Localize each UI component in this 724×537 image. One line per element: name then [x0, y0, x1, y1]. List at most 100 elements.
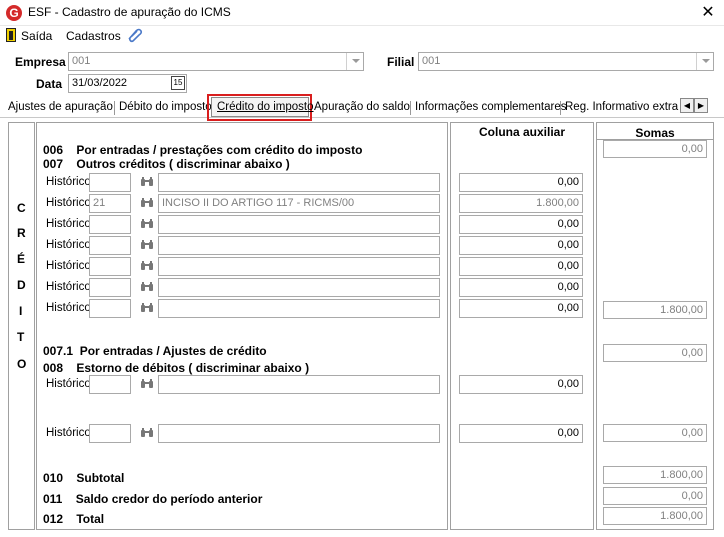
filial-value: 001	[422, 55, 441, 67]
filial-label: Filial	[387, 55, 415, 69]
historico-code-input[interactable]	[89, 257, 131, 276]
filial-dropdown-arrow-icon[interactable]	[696, 53, 713, 70]
soma-006-field[interactable]: 0,00	[603, 140, 707, 158]
historico-code-input[interactable]	[89, 173, 131, 192]
calendar-icon[interactable]: 15	[171, 76, 185, 90]
side-letter: C	[17, 201, 26, 215]
tab-apuracao-saldo[interactable]: Apuração do saldo	[309, 98, 415, 117]
section-007-label: 007 Outros créditos ( discriminar abaixo…	[43, 157, 290, 171]
side-letter: O	[17, 357, 27, 371]
side-letter: R	[17, 226, 26, 240]
soma-011-field[interactable]: 0,00	[603, 487, 707, 505]
data-value: 31/03/2022	[72, 77, 128, 89]
binoculars-svg	[141, 177, 153, 186]
historico-code-input[interactable]	[89, 424, 131, 443]
filial-select[interactable]: 001	[418, 52, 714, 71]
historico-label: Histórico	[46, 239, 91, 251]
binoculars-search-icon[interactable]	[140, 239, 154, 254]
binoculars-svg	[141, 379, 153, 388]
coluna-auxiliar-value-input[interactable]: 0,00	[459, 215, 583, 234]
section-010-label: 010 Subtotal	[43, 471, 125, 485]
binoculars-search-icon[interactable]	[140, 427, 154, 442]
historico-code-input[interactable]	[89, 236, 131, 255]
binoculars-svg	[141, 261, 153, 270]
exit-door-icon[interactable]	[6, 28, 16, 42]
historico-code-input[interactable]	[89, 278, 131, 297]
coluna-auxiliar-value-input[interactable]: 0,00	[459, 278, 583, 297]
binoculars-search-icon[interactable]	[140, 197, 154, 212]
app-logo-icon: G	[6, 5, 22, 21]
close-button[interactable]: ✕	[696, 2, 720, 24]
data-date-field[interactable]: 31/03/2022 15	[68, 74, 187, 93]
section-006-label: 006 Por entradas / prestações com crédit…	[43, 143, 363, 157]
paperclip-link-icon[interactable]	[126, 27, 144, 43]
empresa-value: 001	[72, 55, 91, 67]
historico-label: Histórico	[46, 281, 91, 293]
empresa-dropdown-arrow-icon[interactable]	[346, 53, 363, 70]
historico-description-input[interactable]	[158, 173, 440, 192]
binoculars-search-icon[interactable]	[140, 281, 154, 296]
tab-reg-informativo[interactable]: Reg. Informativo extra apu	[560, 98, 680, 117]
menu-item-cadastros[interactable]: Cadastros	[66, 29, 121, 43]
tab-credito-imposto[interactable]: Crédito do imposto	[211, 97, 314, 117]
historico-description-input[interactable]	[158, 215, 440, 234]
tab-informacoes-complementares[interactable]: Informações complementares	[410, 98, 571, 117]
menu-item-saida[interactable]: Saída	[21, 29, 52, 43]
coluna-auxiliar-value-input[interactable]: 0,00	[459, 424, 583, 443]
empresa-select[interactable]: 001	[68, 52, 364, 71]
historico-description-input[interactable]	[158, 375, 440, 394]
historico-description-input[interactable]: INCISO II DO ARTIGO 117 - RICMS/00	[158, 194, 440, 213]
binoculars-search-icon[interactable]	[140, 218, 154, 233]
historico-description-input[interactable]	[158, 257, 440, 276]
binoculars-svg	[141, 428, 153, 437]
historico-label: Histórico	[46, 302, 91, 314]
coluna-auxiliar-value-input[interactable]: 0,00	[459, 299, 583, 318]
historico-description-input[interactable]	[158, 424, 440, 443]
binoculars-search-icon[interactable]	[140, 260, 154, 275]
soma-007-field[interactable]: 1.800,00	[603, 301, 707, 319]
paperclip-svg	[128, 28, 143, 43]
empresa-label: Empresa	[15, 55, 66, 69]
historico-label: Histórico	[46, 427, 91, 439]
binoculars-svg	[141, 198, 153, 207]
soma-012-field[interactable]: 1.800,00	[603, 507, 707, 525]
tab-ajustes-apuracao[interactable]: Ajustes de apuração	[3, 98, 118, 117]
side-letter: T	[17, 330, 25, 344]
side-letter: I	[19, 304, 23, 318]
coluna-auxiliar-value-input[interactable]: 0,00	[459, 236, 583, 255]
soma-0071-field[interactable]: 0,00	[603, 344, 707, 362]
tab-scroll-left-icon[interactable]: ◀	[680, 98, 694, 113]
soma-008-field[interactable]: 0,00	[603, 424, 707, 442]
historico-code-input[interactable]	[89, 299, 131, 318]
binoculars-search-icon[interactable]	[140, 176, 154, 191]
historico-description-input[interactable]	[158, 278, 440, 297]
historico-label: Histórico	[46, 260, 91, 272]
coluna-auxiliar-value-input[interactable]: 0,00	[459, 173, 583, 192]
historico-label: Histórico	[46, 218, 91, 230]
historico-code-input[interactable]	[89, 375, 131, 394]
data-label: Data	[36, 77, 63, 91]
coluna-auxiliar-value-input[interactable]: 0,00	[459, 257, 583, 276]
section-0071-label: 007.1 Por entradas / Ajustes de crédito	[43, 344, 267, 358]
coluna-auxiliar-header: Coluna auxiliar	[478, 125, 566, 139]
historico-description-input[interactable]	[158, 236, 440, 255]
tab-scroll-right-icon[interactable]: ▶	[694, 98, 708, 113]
window-title: ESF - Cadastro de apuração do ICMS	[28, 5, 231, 19]
binoculars-search-icon[interactable]	[140, 302, 154, 317]
coluna-auxiliar-value-input[interactable]: 1.800,00	[459, 194, 583, 213]
section-011-label: 011 Saldo credor do período anterior	[43, 492, 263, 506]
tab-debito-imposto[interactable]: Débito do imposto	[114, 98, 217, 117]
binoculars-search-icon[interactable]	[140, 378, 154, 393]
coluna-auxiliar-value-input[interactable]: 0,00	[459, 375, 583, 394]
historico-code-input[interactable]: 21	[89, 194, 131, 213]
binoculars-svg	[141, 240, 153, 249]
historico-label: Histórico	[46, 197, 91, 209]
binoculars-svg	[141, 303, 153, 312]
historico-label: Histórico	[46, 378, 91, 390]
historico-label: Histórico	[46, 176, 91, 188]
historico-description-input[interactable]	[158, 299, 440, 318]
somas-header: Somas	[635, 126, 675, 140]
historico-code-input[interactable]	[89, 215, 131, 234]
side-letter: D	[17, 278, 26, 292]
soma-010-field[interactable]: 1.800,00	[603, 466, 707, 484]
